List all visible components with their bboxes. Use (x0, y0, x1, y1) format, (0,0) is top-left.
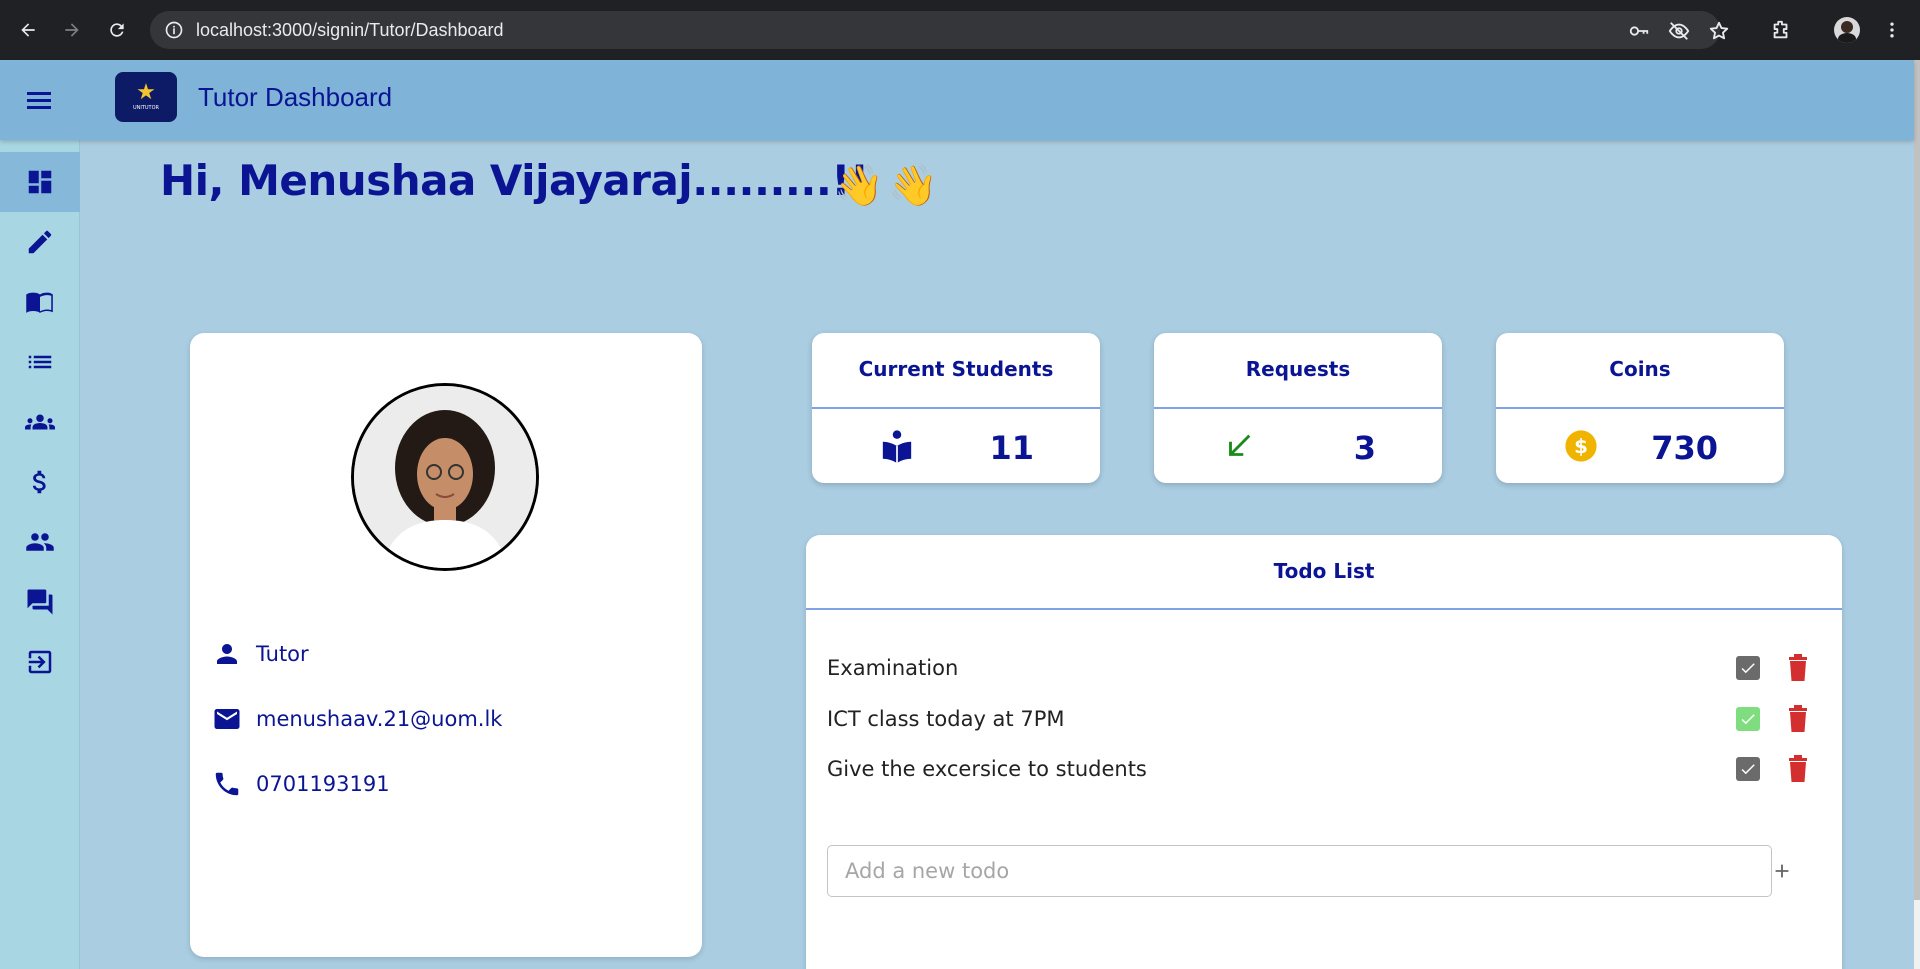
mail-icon (214, 709, 240, 729)
page-scrollbar-thumb[interactable] (1914, 60, 1920, 900)
eye-off-icon[interactable] (1668, 20, 1690, 46)
key-icon[interactable] (1628, 20, 1650, 46)
todo-title: Todo List (1273, 559, 1375, 583)
delete-icon[interactable] (1787, 654, 1809, 682)
todo-item-text: ICT class today at 7PM (827, 707, 1065, 731)
book-icon (26, 292, 53, 313)
page-title: Tutor Dashboard (198, 82, 393, 112)
sidebar-item-courses[interactable] (0, 272, 80, 332)
people-icon (26, 533, 54, 551)
sidebar-item-payments[interactable] (0, 452, 80, 512)
person-icon (217, 644, 237, 664)
add-todo-button[interactable] (1766, 855, 1798, 887)
todo-item-text: Give the excersice to students (827, 757, 1147, 781)
todo-item: Give the excersice to students (827, 751, 1827, 787)
svg-text:$: $ (1574, 435, 1588, 458)
greeting-text: Hi, Menushaa Vijayaraj.........!! (160, 156, 869, 205)
sidebar-item-messages[interactable] (0, 572, 80, 632)
profile-email: menushaav.21@uom.lk (256, 707, 503, 731)
sidebar-item-list[interactable] (0, 332, 80, 392)
arrow-down-left-icon (1222, 429, 1256, 463)
todo-divider (806, 608, 1842, 610)
coin-icon: $ (1564, 429, 1598, 463)
logout-icon (28, 650, 52, 674)
site-info-icon[interactable] (164, 20, 184, 44)
avatar (351, 383, 539, 571)
stat-value: 730 (1651, 429, 1718, 467)
logo-brand-text: UNITUTOR (132, 105, 160, 111)
profile-role-row: Tutor (212, 639, 309, 669)
checkbox-icon[interactable] (1736, 757, 1760, 781)
more-icon[interactable] (1876, 14, 1908, 46)
todo-item: ICT class today at 7PM (827, 701, 1827, 737)
sidebar-item-dashboard[interactable] (0, 152, 80, 212)
dollar-icon (32, 470, 46, 494)
groups-icon (25, 414, 55, 430)
profile-role: Tutor (256, 642, 309, 666)
stat-divider (1496, 407, 1784, 409)
stat-value: 3 (1353, 429, 1376, 467)
profile-email-row: menushaav.21@uom.lk (212, 704, 502, 734)
back-icon[interactable] (12, 14, 44, 46)
stat-divider (812, 407, 1100, 409)
sidebar-item-edit[interactable] (0, 212, 80, 272)
address-bar[interactable]: localhost:3000/signin/Tutor/Dashboard (150, 11, 1729, 49)
pencil-icon (28, 230, 52, 254)
sidebar (0, 140, 80, 969)
profile-card: Tutor menushaav.21@uom.lk 0701193191 (190, 333, 702, 957)
dashboard-icon (28, 170, 52, 194)
stat-card-current-students: Current Students 11 (812, 333, 1100, 483)
reload-icon[interactable] (101, 14, 133, 46)
stat-card-requests: Requests 3 (1154, 333, 1442, 483)
phone-icon (215, 772, 239, 796)
logo-star-icon: ★ (136, 80, 156, 105)
sidebar-item-students[interactable] (0, 392, 80, 452)
sidebar-item-people[interactable] (0, 512, 80, 572)
stat-title: Coins (1609, 357, 1671, 381)
stat-card-coins: Coins $ 730 (1496, 333, 1784, 483)
forward-icon[interactable] (56, 14, 88, 46)
sidebar-item-logout[interactable] (0, 632, 80, 692)
delete-icon[interactable] (1787, 755, 1809, 783)
browser-toolbar: localhost:3000/signin/Tutor/Dashboard (0, 0, 1920, 60)
stat-divider (1154, 407, 1442, 409)
extensions-icon[interactable] (1765, 14, 1797, 46)
todo-item: Examination (827, 650, 1827, 686)
star-icon[interactable] (1708, 20, 1730, 46)
app-header: ★ UNITUTOR Tutor Dashboard (0, 60, 1914, 140)
checkbox-icon[interactable] (1736, 656, 1760, 680)
checkbox-icon[interactable] (1736, 707, 1760, 731)
stat-title: Requests (1245, 357, 1351, 381)
stat-value: 11 (989, 429, 1034, 467)
profile-icon[interactable] (1831, 14, 1863, 46)
waving-hand-icon: 👋 (888, 163, 938, 209)
waving-hand-icon: 👋 (834, 163, 884, 209)
new-todo-input[interactable] (827, 845, 1772, 897)
stat-title: Current Students (858, 357, 1054, 381)
plus-icon (1775, 864, 1789, 878)
delete-icon[interactable] (1787, 705, 1809, 733)
reader-icon (880, 429, 914, 463)
profile-phone-row: 0701193191 (212, 769, 390, 799)
profile-phone: 0701193191 (256, 772, 390, 796)
app-logo[interactable]: ★ UNITUTOR (115, 72, 177, 122)
chat-icon (27, 589, 53, 615)
list-icon (28, 355, 52, 369)
todo-item-text: Examination (827, 656, 959, 680)
todo-card: Todo List Examination ICT class today at… (806, 535, 1842, 969)
menu-icon[interactable] (24, 86, 54, 114)
url-text[interactable]: localhost:3000/signin/Tutor/Dashboard (196, 20, 504, 41)
